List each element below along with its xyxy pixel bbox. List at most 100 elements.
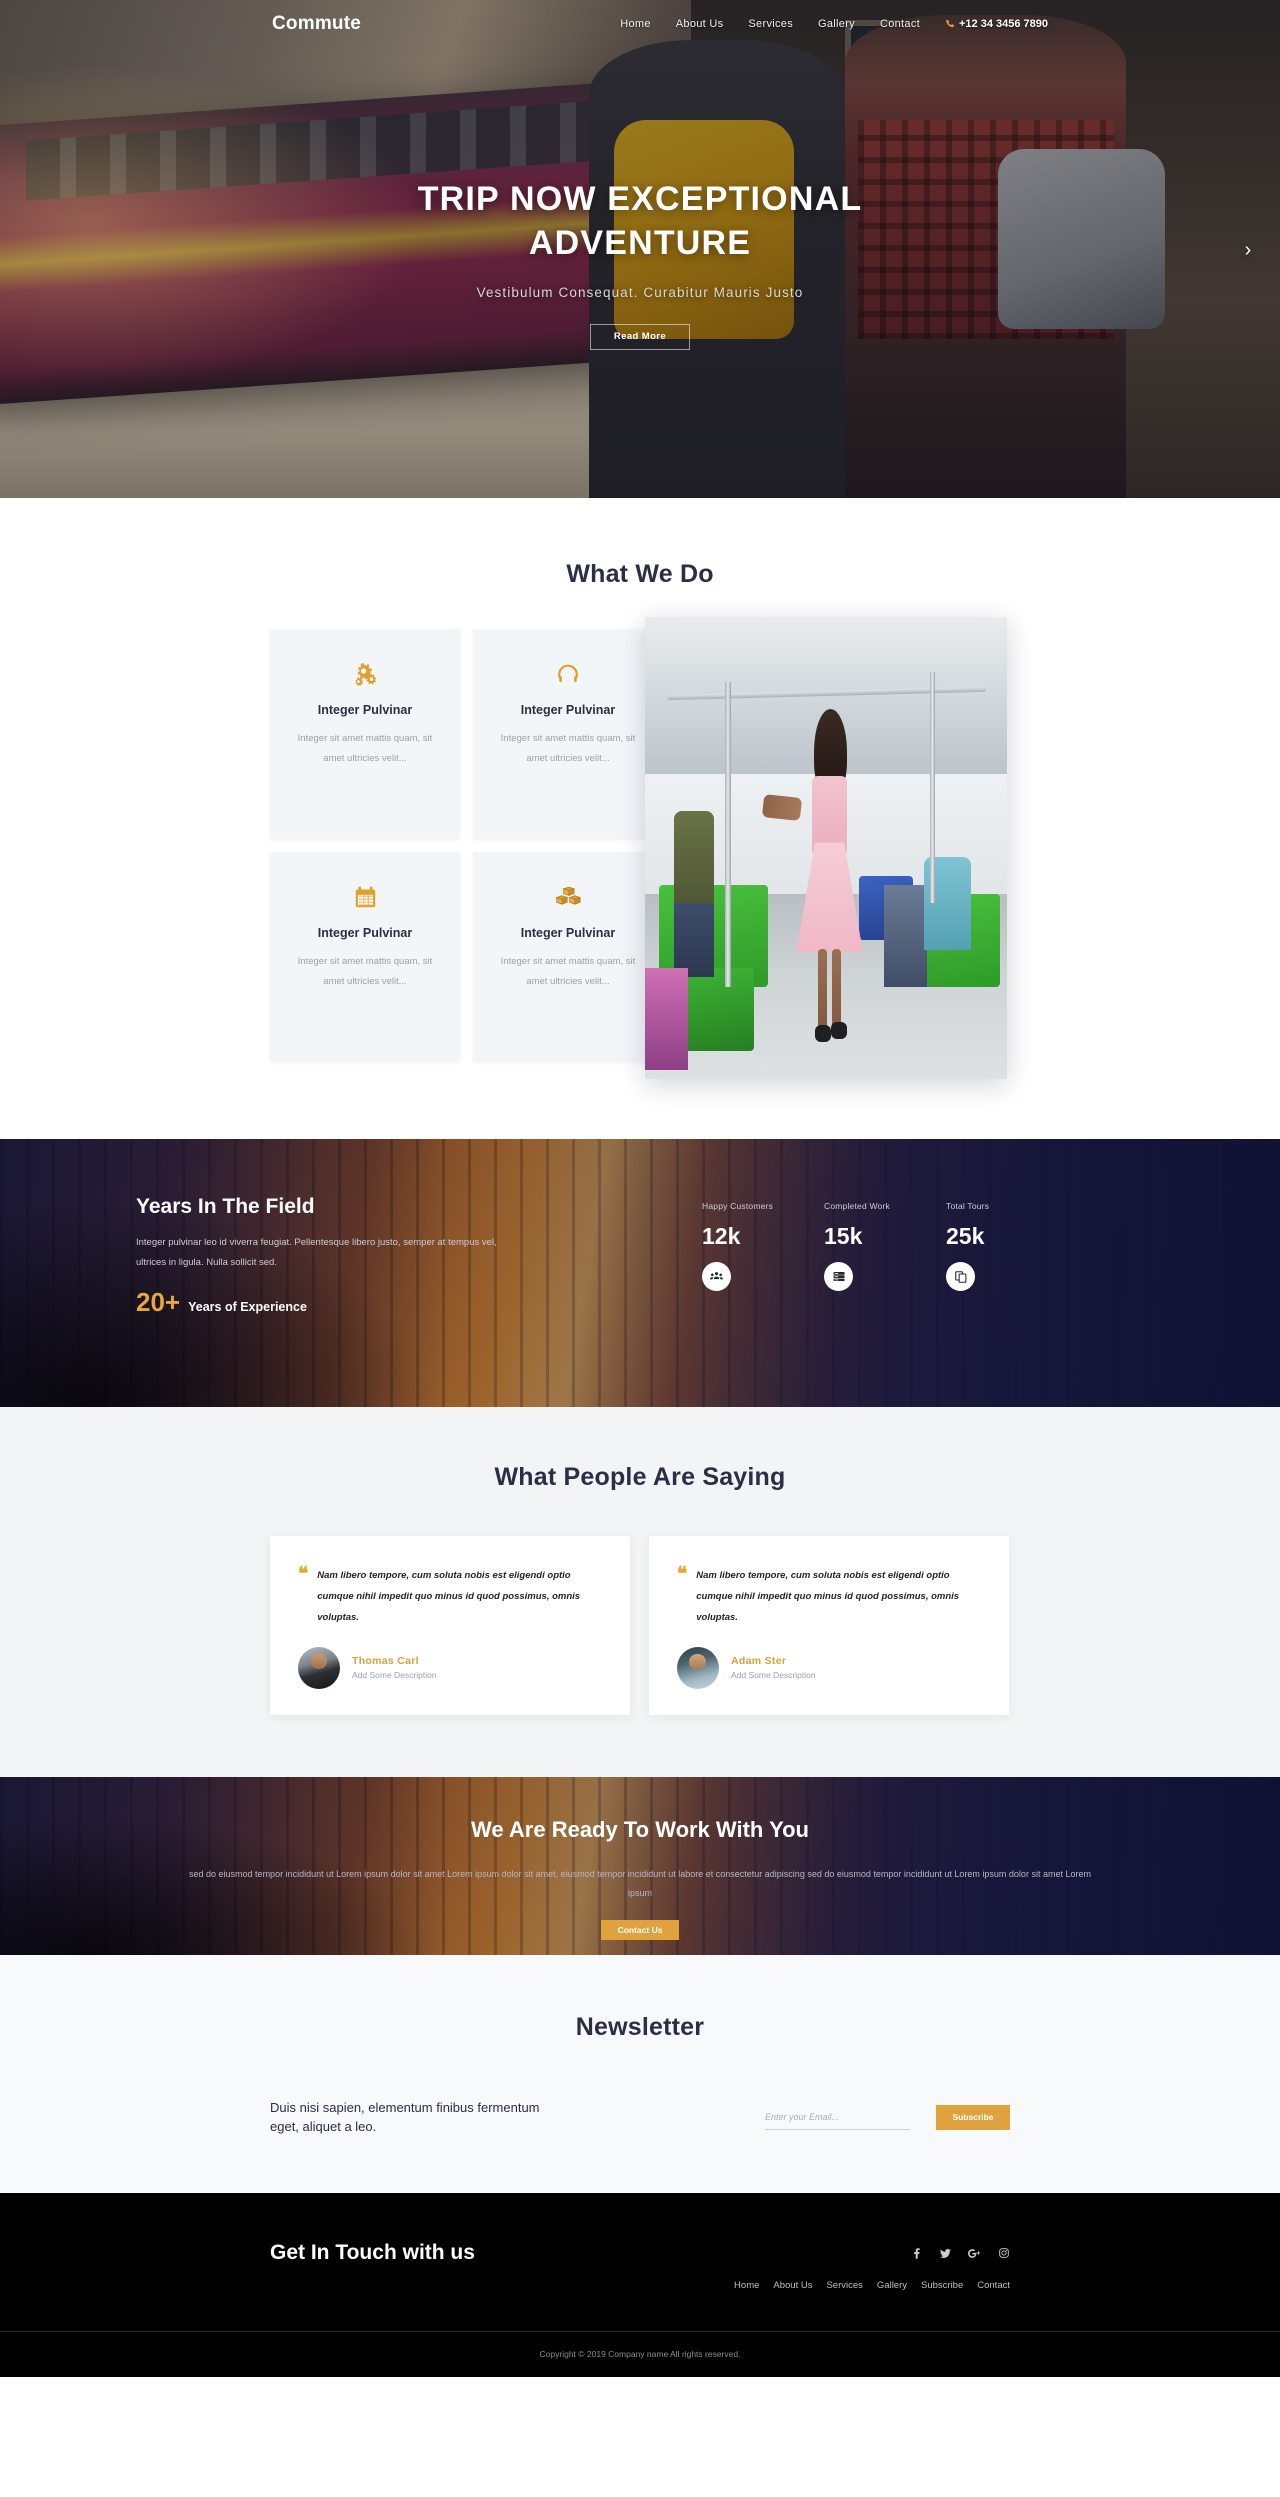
newsletter-email-input[interactable] (765, 2104, 910, 2131)
service-card-title: Integer Pulvinar (317, 926, 413, 940)
stats-counters: Happy Customers 12k Completed Work 15k T… (702, 1195, 1022, 1318)
quote-icon: ❝ (677, 1564, 688, 1585)
cta-heading: We Are Ready To Work With You (471, 1816, 809, 1842)
hero-title: TRIP NOW EXCEPTIONAL ADVENTURE (417, 180, 863, 262)
stat-item: Completed Work 15k (824, 1201, 900, 1318)
testimonial-author-description: Add Some Description (731, 1670, 816, 1681)
social-links (734, 2247, 1010, 2260)
service-card-grid: Integer Pulvinar Integer sit amet mattis… (270, 629, 663, 1062)
nav-item-gallery[interactable]: Gallery (818, 18, 855, 30)
instagram-icon[interactable] (997, 2247, 1010, 2260)
stats-paragraph: Integer pulvinar leo id viverra feugiat.… (136, 1237, 497, 1268)
google-plus-icon[interactable] (968, 2247, 981, 2260)
server-icon (824, 1262, 853, 1291)
facebook-icon[interactable] (910, 2247, 923, 2260)
subway-photo (645, 617, 1007, 1079)
nav-item-home[interactable]: Home (620, 18, 651, 30)
newsletter-title: Newsletter (575, 2012, 705, 2041)
hero-subtitle: Vestibulum Consequat. Curabitur Mauris J… (476, 285, 804, 301)
nav-links: Home About Us Services Gallery Contact +… (620, 18, 1048, 30)
testimonial-quote: Nam libero tempore, cum soluta nobis est… (317, 1570, 581, 1623)
landing-page: Commute Home About Us Services Gallery C… (0, 0, 1280, 2377)
testimonial-card: ❝ Nam libero tempore, cum soluta nobis e… (270, 1536, 630, 1715)
newsletter-section: Newsletter Duis nisi sapien, elementum f… (0, 1954, 1280, 2193)
service-card-text: Integer sit amet mattis quam, sit amet u… (297, 956, 433, 987)
hero-next-slide-button[interactable]: › (1230, 232, 1266, 268)
stats-section: Years In The Field Integer pulvinar leo … (0, 1139, 1280, 1407)
hero-read-more-button[interactable]: Read More (590, 324, 690, 351)
experience-block: 20+ Years of Experience (136, 1287, 606, 1318)
avatar (298, 1646, 340, 1689)
service-card-text: Integer sit amet mattis quam, sit amet u… (297, 733, 433, 764)
footer-link-gallery[interactable]: Gallery (877, 2280, 907, 2291)
nav-item-contact[interactable]: Contact (880, 18, 920, 30)
what-we-do-content: Integer Pulvinar Integer sit amet mattis… (270, 617, 1010, 1079)
stat-value: 15k (824, 1223, 863, 1249)
cta-paragraph: sed do eiusmod tempor incididunt ut Lore… (189, 1868, 1091, 1899)
footer-link-home[interactable]: Home (734, 2280, 759, 2291)
testimonial-author-name: Adam Ster (731, 1655, 787, 1668)
site-logo[interactable]: Commute (272, 13, 361, 35)
avatar (677, 1646, 719, 1689)
testimonial-list: ❝ Nam libero tempore, cum soluta nobis e… (270, 1536, 1010, 1715)
testimonial-author-description: Add Some Description (352, 1670, 437, 1681)
testimonial-quote: Nam libero tempore, cum soluta nobis est… (696, 1570, 960, 1623)
service-card[interactable]: Integer Pulvinar Integer sit amet mattis… (270, 629, 460, 839)
nav-item-about-us[interactable]: About Us (676, 18, 724, 30)
quote-icon: ❝ (298, 1564, 309, 1585)
footer-link-subscribe[interactable]: Subscribe (921, 2280, 963, 2291)
experience-number: 20+ (136, 1286, 181, 1317)
stats-text-block: Years In The Field Integer pulvinar leo … (136, 1195, 606, 1318)
hero-section: Commute Home About Us Services Gallery C… (0, 0, 1280, 498)
newsletter-text: Duis nisi sapien, elementum finibus ferm… (270, 2099, 540, 2135)
service-card-text: Integer sit amet mattis quam, sit amet u… (500, 956, 636, 987)
main-navigation: Commute Home About Us Services Gallery C… (0, 0, 1280, 48)
gears-icon (352, 657, 378, 691)
twitter-icon[interactable] (939, 2247, 952, 2260)
copyright-text: Copyright © 2019 Company name All rights… (539, 2348, 741, 2359)
nav-phone-number: +12 34 3456 7890 (958, 18, 1048, 30)
footer-link-about-us[interactable]: About Us (773, 2280, 812, 2291)
service-card[interactable]: Integer Pulvinar Integer sit amet mattis… (270, 852, 460, 1062)
copy-files-icon (946, 1262, 975, 1291)
testimonials-title: What People Are Saying (494, 1463, 786, 1491)
chevron-right-icon: › (1244, 238, 1252, 261)
hero-content: TRIP NOW EXCEPTIONAL ADVENTURE Vestibulu… (0, 178, 1280, 351)
cta-contact-us-button[interactable]: Contact Us (601, 1920, 679, 1941)
nav-item-services[interactable]: Services (748, 18, 793, 30)
stat-label: Completed Work (824, 1201, 890, 1211)
stat-item: Happy Customers 12k (702, 1201, 778, 1318)
service-card-title: Integer Pulvinar (317, 703, 413, 717)
newsletter-subscribe-button[interactable]: Subscribe (936, 2104, 1010, 2130)
footer-link-contact[interactable]: Contact (977, 2280, 1010, 2291)
footer-link-services[interactable]: Services (826, 2280, 862, 2291)
stat-value: 12k (702, 1223, 741, 1249)
what-we-do-title: What We Do (566, 560, 714, 588)
stat-label: Happy Customers (702, 1201, 774, 1211)
service-card-title: Integer Pulvinar (520, 703, 616, 717)
boxes-icon (555, 880, 581, 914)
stat-label: Total Tours (946, 1201, 990, 1211)
footer-heading: Get In Touch with us (270, 2240, 475, 2264)
calendar-icon (354, 880, 377, 914)
nav-phone[interactable]: +12 34 3456 7890 (945, 18, 1048, 30)
service-card-text: Integer sit amet mattis quam, sit amet u… (500, 733, 636, 764)
experience-label: Years of Experience (188, 1299, 307, 1314)
service-card[interactable]: Integer Pulvinar Integer sit amet mattis… (473, 629, 663, 839)
users-group-icon (702, 1262, 731, 1291)
site-footer: Get In Touch with us Home About Us Servi… (0, 2192, 1280, 2377)
footer-links: Home About Us Services Gallery Subscribe… (734, 2280, 1010, 2291)
testimonial-author-name: Thomas Carl (352, 1655, 419, 1668)
stats-heading: Years In The Field (136, 1195, 315, 1218)
phone-icon (945, 19, 955, 29)
testimonials-section: What People Are Saying ❝ Nam libero temp… (0, 1407, 1280, 1777)
cta-section: We Are Ready To Work With You sed do eiu… (0, 1776, 1280, 1955)
what-we-do-section: What We Do Integer Pulvinar Integer sit … (0, 498, 1280, 1195)
headphones-icon (556, 657, 580, 691)
newsletter-form: Subscribe (765, 2104, 1010, 2131)
service-card-title: Integer Pulvinar (520, 926, 616, 940)
stat-value: 25k (946, 1223, 985, 1249)
testimonial-card: ❝ Nam libero tempore, cum soluta nobis e… (649, 1536, 1009, 1715)
service-card[interactable]: Integer Pulvinar Integer sit amet mattis… (473, 852, 663, 1062)
stat-item: Total Tours 25k (946, 1201, 1022, 1318)
